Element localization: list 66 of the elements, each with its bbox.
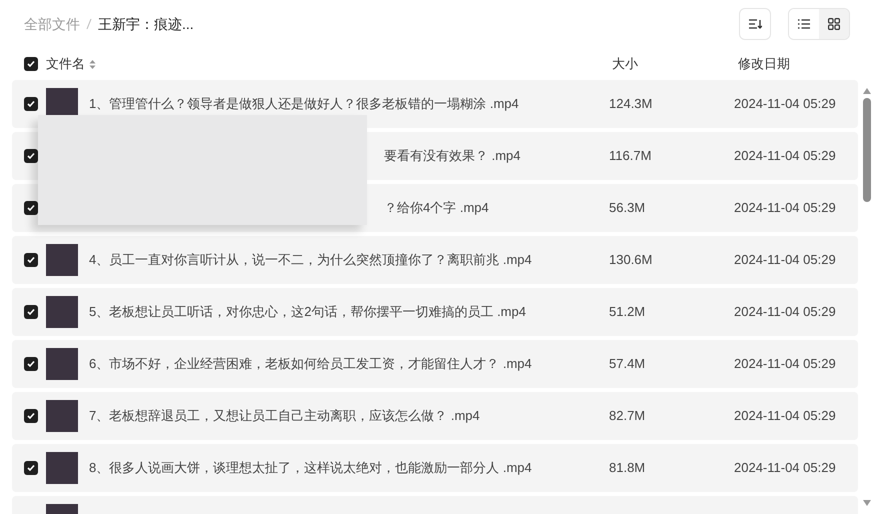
scroll-thumb[interactable] <box>863 98 871 202</box>
video-thumbnail <box>46 244 78 276</box>
column-header[interactable]: 文件名 <box>46 54 85 74</box>
file-size: 57.4M <box>609 355 646 374</box>
column-header: 修改日期 <box>738 55 790 74</box>
file-name: 要看有没有效果？ .mp4 <box>384 147 521 166</box>
file-row[interactable]: 5、老板想让员工听话，对你忠心，这2句话，帮你摆平一切难搞的员工 .mp4 51.2M 2024-11-04 05:29 <box>12 288 858 336</box>
video-thumbnail <box>46 296 78 328</box>
column-header: 大小 <box>612 55 638 74</box>
checkmark-icon <box>27 204 35 212</box>
checkmark-icon <box>27 412 35 420</box>
checkbox[interactable] <box>24 409 38 423</box>
checkmark-icon <box>27 464 35 472</box>
grid-view-button[interactable] <box>819 9 849 39</box>
list-icon <box>798 19 810 29</box>
sort-icon <box>748 18 762 30</box>
scroll-down-icon[interactable] <box>863 500 871 506</box>
modified-date: 2024-11-04 05:29 <box>734 95 836 114</box>
file-name: 8、很多人说画大饼，谈理想太扯了，这样说太绝对，也能激励一部分人 .mp4 <box>89 459 532 478</box>
breadcrumb-item[interactable]: 王新宇：痕迹... <box>98 14 194 34</box>
checkmark-icon <box>27 152 35 160</box>
scroll-up-icon[interactable] <box>863 88 871 94</box>
checkmark-icon <box>27 308 35 316</box>
checkbox[interactable] <box>24 357 38 371</box>
video-thumbnail <box>46 400 78 432</box>
file-row[interactable]: 8、很多人说画大饼，谈理想太扯了，这样说太绝对，也能激励一部分人 .mp4 81.8M 2024-11-04 05:29 <box>12 444 858 492</box>
sort-arrows-icon <box>89 58 96 70</box>
file-row[interactable]: 6、市场不好，企业经营困难，老板如何给员工发工资，才能留住人才？ .mp4 57.4M 2024-11-04 05:29 <box>12 340 858 388</box>
file-size: 130.6M <box>609 251 652 270</box>
file-size: 124.3M <box>609 95 652 114</box>
file-name: 5、老板想让员工听话，对你忠心，这2句话，帮你摆平一切难搞的员工 .mp4 <box>89 303 526 322</box>
checkmark-icon <box>27 100 35 108</box>
video-thumbnail <box>46 452 78 484</box>
file-name: ？给你4个字 .mp4 <box>384 199 489 218</box>
modified-date: 2024-11-04 05:29 <box>734 251 836 270</box>
sort-button[interactable] <box>739 8 771 40</box>
modified-date: 2024-11-04 05:29 <box>734 147 836 166</box>
file-row[interactable]: 4、员工一直对你言听计从，说一不二，为什么突然顶撞你了？离职前兆 .mp4 130.6M 2024-11-04 05:29 <box>12 236 858 284</box>
file-name: 1、管理管什么？领导者是做狠人还是做好人？很多老板错的一塌糊涂 .mp4 <box>89 95 519 114</box>
file-size: 116.7M <box>609 147 652 166</box>
checkmark-icon <box>27 60 35 68</box>
checkbox[interactable] <box>24 305 38 319</box>
checkbox[interactable] <box>24 149 38 163</box>
modified-date: 2024-11-04 05:29 <box>734 407 836 426</box>
checkmark-icon <box>27 256 35 264</box>
checkbox[interactable] <box>24 253 38 267</box>
checkbox[interactable] <box>24 97 38 111</box>
video-thumbnail <box>46 348 78 380</box>
checkmark-icon <box>27 360 35 368</box>
modified-date: 2024-11-04 05:29 <box>734 355 836 374</box>
checkbox[interactable] <box>24 57 38 71</box>
file-size: 56.3M <box>609 199 646 218</box>
checkbox[interactable] <box>24 461 38 475</box>
file-row[interactable]: 7、老板想辞退员工，又想让员工自己主动离职，应该怎么做？ .mp4 82.7M 2024-11-04 05:29 <box>12 392 858 440</box>
modified-date: 2024-11-04 05:29 <box>734 199 836 218</box>
file-size: 51.2M <box>609 303 646 322</box>
grid-icon <box>828 18 840 30</box>
file-name: 6、市场不好，企业经营困难，老板如何给员工发工资，才能留住人才？ .mp4 <box>89 355 532 374</box>
file-size: 81.8M <box>609 459 646 478</box>
modified-date: 2024-11-04 05:29 <box>734 459 836 478</box>
file-name: 7、老板想辞退员工，又想让员工自己主动离职，应该怎么做？ .mp4 <box>89 407 480 426</box>
modified-date: 2024-11-04 05:29 <box>734 303 836 322</box>
slash-icon <box>86 18 92 30</box>
file-size: 82.7M <box>609 407 646 426</box>
checkbox[interactable] <box>24 201 38 215</box>
file-name: 4、员工一直对你言听计从，说一不二，为什么突然顶撞你了？离职前兆 .mp4 <box>89 251 532 270</box>
